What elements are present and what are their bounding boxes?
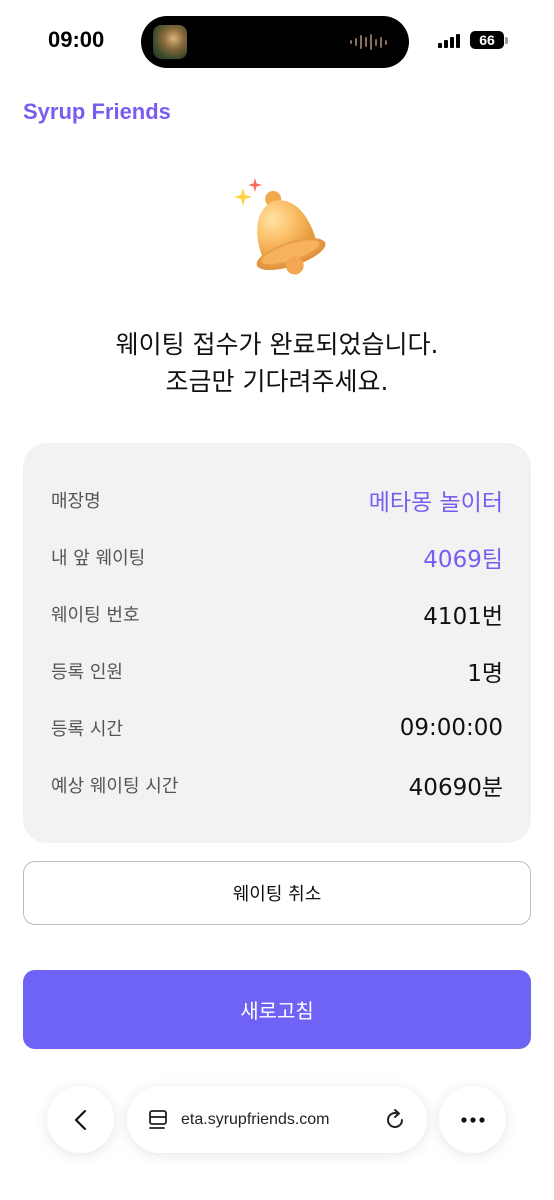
bell-icon (227, 176, 327, 288)
reload-icon[interactable] (383, 1108, 407, 1132)
browser-toolbar: eta.syrupfriends.com (0, 1080, 554, 1160)
signal-icon (438, 32, 460, 48)
confirmation-message: 웨이팅 접수가 완료되었습니다. 조금만 기다려주세요. (0, 326, 554, 400)
waiting-info-card: 매장명 메타몽 놀이터 내 앞 웨이팅 4069팀 웨이팅 번호 4101번 등… (23, 443, 531, 843)
party-size: 1명 (467, 660, 503, 687)
page-menu-icon[interactable] (147, 1108, 171, 1132)
chevron-left-icon (74, 1109, 86, 1130)
estimated-wait: 40690분 (408, 774, 503, 801)
refresh-button[interactable]: 새로고침 (23, 970, 531, 1049)
info-label: 내 앞 웨이팅 (51, 547, 146, 569)
info-row-ahead: 내 앞 웨이팅 4069팀 (51, 528, 503, 585)
info-row-number: 웨이팅 번호 4101번 (51, 585, 503, 642)
battery-icon: 66 (470, 31, 508, 49)
cancel-waiting-button[interactable]: 웨이팅 취소 (23, 861, 531, 925)
headline-line-1: 웨이팅 접수가 완료되었습니다. (115, 330, 439, 359)
more-icon (460, 1116, 485, 1123)
headline-line-2: 조금만 기다려주세요. (165, 367, 389, 396)
address-bar[interactable]: eta.syrupfriends.com (127, 1086, 427, 1153)
status-bar: 09:00 66 (0, 0, 554, 84)
info-label: 등록 시간 (51, 718, 123, 740)
waiting-number: 4101번 (423, 603, 503, 630)
dynamic-island[interactable] (141, 16, 409, 68)
info-label: 웨이팅 번호 (51, 604, 140, 626)
status-indicators: 66 (438, 31, 508, 49)
back-button[interactable] (47, 1086, 114, 1153)
sparkle-icon (248, 178, 262, 192)
status-time: 09:00 (48, 27, 105, 52)
battery-level: 66 (470, 31, 504, 49)
audio-waveform-icon (350, 34, 387, 50)
registered-time: 09:00:00 (399, 714, 503, 741)
info-row-registered-time: 등록 시간 09:00:00 (51, 699, 503, 756)
info-label: 매장명 (51, 490, 101, 512)
now-playing-artwork (153, 25, 187, 59)
store-name: 메타몽 놀이터 (368, 489, 503, 516)
url-text[interactable]: eta.syrupfriends.com (181, 1111, 383, 1129)
more-button[interactable] (439, 1086, 506, 1153)
info-row-estimated-wait: 예상 웨이팅 시간 40690분 (51, 756, 503, 813)
teams-ahead: 4069팀 (423, 546, 503, 573)
info-label: 예상 웨이팅 시간 (51, 775, 179, 797)
info-row-store: 매장명 메타몽 놀이터 (51, 471, 503, 528)
brand-logo[interactable]: Syrup Friends (23, 99, 171, 125)
info-label: 등록 인원 (51, 661, 123, 683)
info-row-party-size: 등록 인원 1명 (51, 642, 503, 699)
